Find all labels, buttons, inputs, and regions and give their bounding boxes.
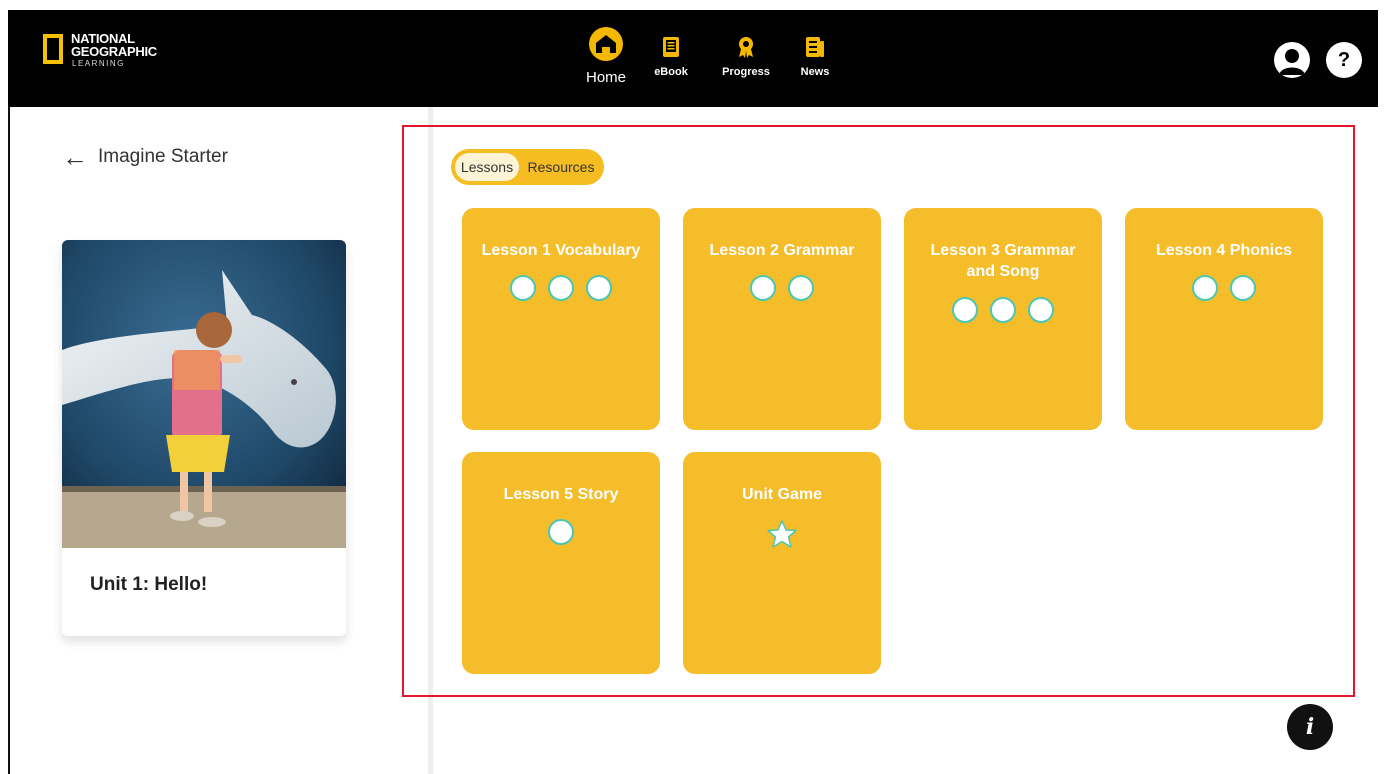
unit-game-card[interactable]: Unit Game — [683, 452, 881, 674]
news-icon — [790, 36, 840, 58]
activity-circle-icon[interactable] — [788, 275, 814, 301]
logo-yellow-border — [43, 34, 63, 64]
unit-card[interactable]: Unit 1: Hello! — [62, 240, 346, 636]
activity-circle-icon[interactable] — [586, 275, 612, 301]
unit-cover-image — [62, 240, 346, 548]
activity-circle-icon[interactable] — [548, 519, 574, 545]
activity-circle-icon[interactable] — [952, 297, 978, 323]
activity-circle-icon[interactable] — [1192, 275, 1218, 301]
lesson-card-3[interactable]: Lesson 3 Grammar and Song — [904, 208, 1102, 430]
arrow-left-icon: ← — [62, 142, 88, 172]
back-link[interactable]: ← Imagine Starter — [62, 142, 228, 172]
activity-dots — [1125, 275, 1323, 301]
help-button[interactable]: ? — [1326, 42, 1362, 78]
activity-dots — [462, 519, 660, 545]
info-button[interactable]: i — [1287, 704, 1333, 750]
top-navigation-bar: NATIONAL GEOGRAPHIC LEARNING Home eBook — [8, 10, 1378, 107]
star-icon[interactable] — [683, 520, 881, 548]
nav-progress-label: Progress — [722, 66, 770, 78]
lesson-card-4[interactable]: Lesson 4 Phonics — [1125, 208, 1323, 430]
tab-resources[interactable]: Resources — [525, 153, 597, 181]
activity-circle-icon[interactable] — [1028, 297, 1054, 323]
activity-circle-icon[interactable] — [510, 275, 536, 301]
activity-dots — [904, 297, 1102, 323]
nav-progress[interactable]: Progress — [714, 36, 778, 78]
lesson-title: Lesson 4 Phonics — [1155, 242, 1293, 259]
nav-news-label: News — [800, 66, 830, 78]
lesson-card-2[interactable]: Lesson 2 Grammar — [683, 208, 881, 430]
tab-lessons[interactable]: Lessons — [455, 153, 519, 181]
lesson-title: Lesson 3 Grammar and Song — [930, 242, 1076, 280]
lesson-title: Lesson 1 Vocabulary — [481, 242, 641, 259]
lesson-title: Lesson 5 Story — [503, 486, 619, 503]
logo-line-2: GEOGRAPHIC — [71, 44, 157, 59]
nav-ebook[interactable]: eBook — [646, 36, 696, 78]
nav-news[interactable]: News — [790, 36, 840, 78]
lesson-card-1[interactable]: Lesson 1 Vocabulary — [462, 208, 660, 430]
home-icon — [589, 27, 623, 61]
frame-border — [8, 10, 10, 774]
activity-dots — [462, 275, 660, 301]
lesson-card-5[interactable]: Lesson 5 Story — [462, 452, 660, 674]
user-avatar-icon[interactable] — [1274, 42, 1310, 78]
lessons-resources-toggle: Lessons Resources — [451, 149, 604, 185]
back-link-label: Imagine Starter — [98, 146, 228, 167]
ebook-icon — [646, 36, 696, 58]
activity-dots — [683, 275, 881, 301]
lesson-title: Unit Game — [741, 486, 822, 503]
nav-ebook-label: eBook — [654, 66, 688, 78]
nav-home-label: Home — [585, 69, 626, 86]
unit-title: Unit 1: Hello! — [90, 574, 208, 595]
nav-home[interactable]: Home — [574, 27, 638, 86]
logo-subtitle: LEARNING — [72, 59, 125, 68]
activity-circle-icon[interactable] — [548, 275, 574, 301]
activity-circle-icon[interactable] — [1230, 275, 1256, 301]
activity-circle-icon[interactable] — [750, 275, 776, 301]
activity-circle-icon[interactable] — [990, 297, 1016, 323]
award-icon — [714, 36, 778, 58]
lesson-title: Lesson 2 Grammar — [709, 242, 855, 259]
